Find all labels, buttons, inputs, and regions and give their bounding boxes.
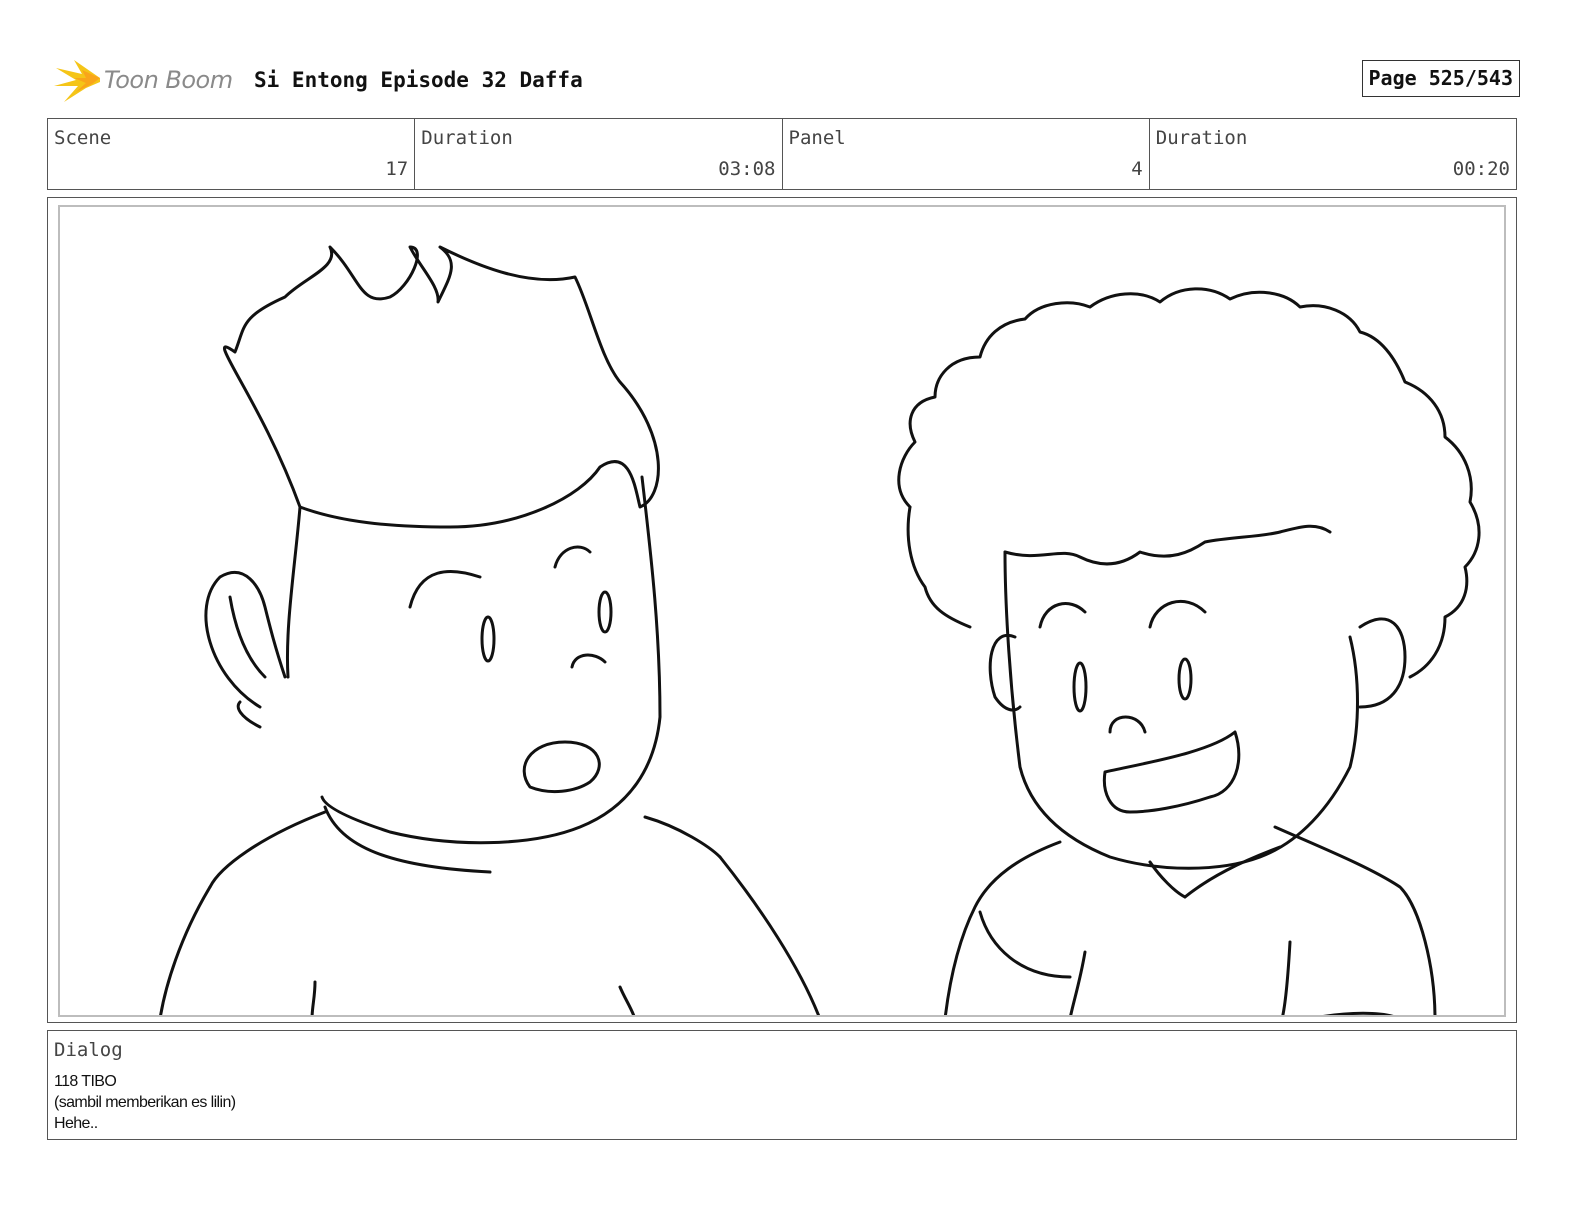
page-indicator: Page 525/543 <box>1361 60 1520 97</box>
header: Toon Boom Si Entong Episode 32 Daffa Pag… <box>52 56 1520 104</box>
panel-value: 4 <box>1131 158 1143 180</box>
toon-boom-logo: Toon Boom <box>52 56 242 106</box>
scene-label: Scene <box>54 127 112 149</box>
scene-info-table: Scene 17 Duration 03:08 Panel 4 Duration… <box>47 118 1517 190</box>
scene-duration-value: 03:08 <box>718 158 776 180</box>
dialog-line-direction: (sambil memberikan es lilin) <box>54 1094 236 1111</box>
dialog-text: 118 TIBO (sambil memberikan es lilin) He… <box>54 1071 236 1134</box>
scene-duration-cell: Duration 03:08 <box>415 119 783 189</box>
panel-cell: Panel 4 <box>783 119 1150 189</box>
storyboard-panel <box>47 197 1517 1023</box>
panel-label: Panel <box>788 127 846 149</box>
right-character-sketch <box>897 287 1481 1015</box>
dialog-line-speech: Hehe.. <box>54 1115 98 1132</box>
panel-sketch <box>159 245 1481 1015</box>
scene-value: 17 <box>385 158 409 180</box>
dialog-label: Dialog <box>54 1039 123 1061</box>
dialog-section: Dialog 118 TIBO (sambil memberikan es li… <box>47 1030 1517 1140</box>
scene-cell: Scene 17 <box>48 119 416 189</box>
scene-duration-label: Duration <box>421 127 513 149</box>
panel-duration-value: 00:20 <box>1452 158 1510 180</box>
panel-duration-label: Duration <box>1155 127 1248 149</box>
left-character-sketch <box>159 245 820 1015</box>
panel-duration-cell: Duration 00:20 <box>1150 119 1516 189</box>
storyboard-title: Si Entong Episode 32 Daffa <box>254 68 583 92</box>
dialog-line-character: 118 TIBO <box>54 1073 117 1090</box>
panel-drawing-area <box>58 205 1506 1017</box>
starburst-icon <box>54 60 100 102</box>
logo-text: Toon Boom <box>104 66 233 94</box>
